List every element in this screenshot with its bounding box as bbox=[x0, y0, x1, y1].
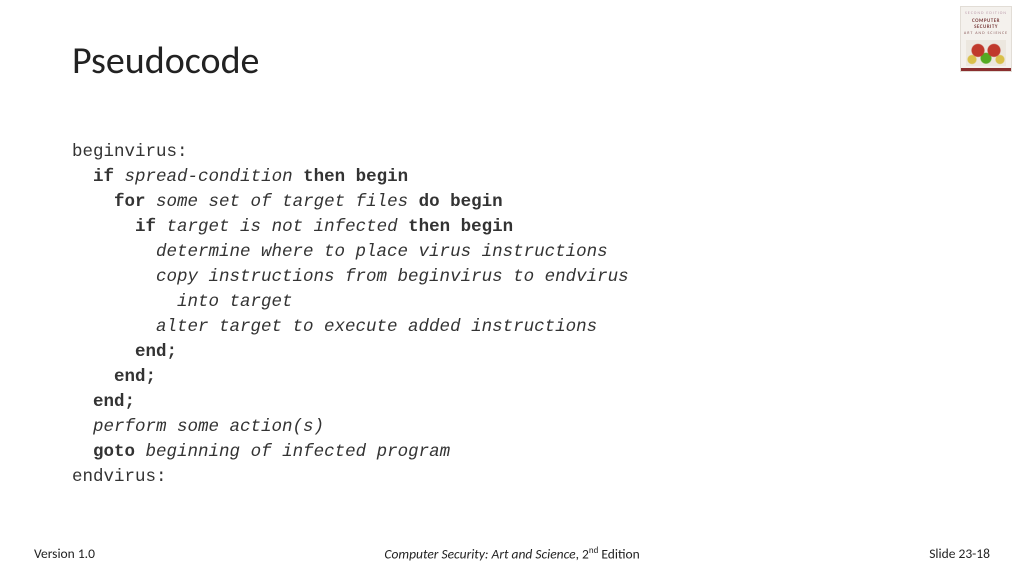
pseudocode-block: beginvirus: if spread-condition then beg… bbox=[72, 140, 629, 490]
kw-end: end; bbox=[114, 367, 156, 387]
footer-title-italic: Computer Security: Art and Science bbox=[384, 545, 575, 562]
code-italic: alter target to execute added instructio… bbox=[156, 317, 597, 337]
footer-tail: Edition bbox=[598, 545, 639, 562]
code-italic: copy instructions from beginvirus to end… bbox=[156, 267, 629, 287]
page-title: Pseudocode bbox=[72, 38, 259, 84]
footer-slide-number: Slide 23-18 bbox=[929, 545, 990, 562]
footer-version: Version 1.0 bbox=[34, 545, 95, 562]
footer: Version 1.0 Computer Security: Art and S… bbox=[0, 545, 1024, 563]
code-italic: determine where to place virus instructi… bbox=[156, 242, 608, 262]
footer-sup: nd bbox=[589, 545, 598, 556]
cover-sub: ART AND SCIENCE bbox=[961, 31, 1011, 36]
kw-then-begin: then begin bbox=[303, 167, 408, 187]
cover-edition: SECOND EDITION bbox=[961, 11, 1011, 16]
kw-then-begin: then begin bbox=[408, 217, 513, 237]
kw-do-begin: do begin bbox=[419, 192, 503, 212]
code-italic: perform some action(s) bbox=[93, 417, 324, 437]
code-line: endvirus: bbox=[72, 467, 167, 487]
kw-for: for bbox=[114, 192, 146, 212]
book-cover-icon: SECOND EDITION COMPUTER SECURITY ART AND… bbox=[960, 6, 1012, 72]
cover-image bbox=[966, 40, 1006, 66]
cover-title2: SECURITY bbox=[961, 24, 1011, 30]
code-italic: spread-condition bbox=[125, 167, 293, 187]
cover-bar bbox=[961, 68, 1011, 72]
footer-sep: , 2 bbox=[576, 545, 589, 562]
kw-end: end; bbox=[135, 342, 177, 362]
kw-if: if bbox=[93, 167, 114, 187]
footer-book-title: Computer Security: Art and Science, 2nd … bbox=[384, 545, 639, 563]
code-italic: some set of target files bbox=[156, 192, 408, 212]
code-italic: target is not infected bbox=[167, 217, 398, 237]
kw-if: if bbox=[135, 217, 156, 237]
kw-goto: goto bbox=[93, 442, 135, 462]
code-line: beginvirus: bbox=[72, 142, 188, 162]
kw-end: end; bbox=[93, 392, 135, 412]
code-italic: into target bbox=[177, 292, 293, 312]
code-italic: beginning of infected program bbox=[146, 442, 451, 462]
